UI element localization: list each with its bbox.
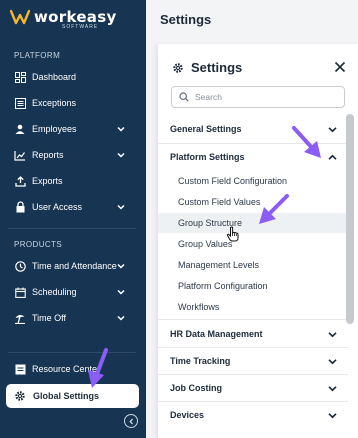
workeasy-logo-icon <box>10 9 30 25</box>
group-label: Platform Settings <box>170 152 245 162</box>
menu-item-label: Custom Field Values <box>178 197 261 207</box>
sidebar-item-label: Dashboard <box>32 72 77 82</box>
menu-item-custom-field-values[interactable]: Custom Field Values <box>158 192 348 212</box>
resource-center-icon <box>14 363 26 375</box>
sidebar-item-label: User Access <box>32 202 83 212</box>
chevron-down-icon <box>328 359 337 365</box>
sidebar-item-global-settings[interactable]: Global Settings <box>6 384 139 408</box>
annotation-arrow-icon <box>259 194 289 224</box>
chevron-down-icon <box>117 289 125 295</box>
exports-icon <box>14 175 26 187</box>
menu-item-label: Management Levels <box>178 260 260 270</box>
sidebar-item-reports[interactable]: Reports <box>0 144 146 166</box>
chevron-down-icon <box>117 263 125 269</box>
sidebar-item-scheduling[interactable]: Scheduling <box>0 281 146 303</box>
chevron-down-icon <box>117 126 125 132</box>
menu-item-platform-configuration[interactable]: Platform Configuration <box>158 276 348 296</box>
menu-item-label: Platform Configuration <box>178 281 268 291</box>
search-icon <box>179 92 189 102</box>
chevron-left-icon <box>128 418 133 424</box>
exceptions-icon <box>14 97 26 109</box>
chevron-down-icon <box>117 315 125 321</box>
group-job-costing[interactable]: Job Costing <box>158 377 348 399</box>
menu-item-label: Custom Field Configuration <box>178 176 288 186</box>
brand-name: workeasy <box>34 7 117 26</box>
menu-divider <box>158 319 348 320</box>
sidebar-item-user-access[interactable]: User Access <box>0 196 146 218</box>
sidebar-item-employees[interactable]: Employees <box>0 118 146 140</box>
sidebar-item-resource-center[interactable]: Resource Center <box>0 358 146 380</box>
menu-item-custom-field-configuration[interactable]: Custom Field Configuration <box>158 171 348 191</box>
search-input[interactable] <box>195 92 335 102</box>
sidebar-item-label: Reports <box>32 150 64 160</box>
sidebar-item-label: Global Settings <box>33 391 100 401</box>
sidebar-item-exceptions[interactable]: Exceptions <box>0 92 146 114</box>
gear-icon <box>173 62 183 73</box>
close-icon[interactable] <box>334 61 346 73</box>
menu-divider <box>158 347 348 348</box>
group-label: HR Data Management <box>170 329 263 339</box>
sidebar-item-label: Time and Attendance <box>32 261 117 271</box>
group-label: Job Costing <box>170 383 222 393</box>
sidebar: workeasy SOFTWARE PLATFORM Dashboard Exc… <box>0 0 146 438</box>
sidebar-item-dashboard[interactable]: Dashboard <box>0 66 146 88</box>
sidebar-item-label: Time Off <box>32 313 67 323</box>
calendar-icon <box>14 286 26 298</box>
brand-subtitle: SOFTWARE <box>62 24 99 30</box>
products-section-label: PRODUCTS <box>14 240 63 249</box>
settings-panel-title: Settings <box>191 60 243 75</box>
menu-item-group-structure[interactable]: Group Structure <box>158 213 348 233</box>
chevron-down-icon <box>328 127 337 133</box>
menu-divider <box>158 374 348 375</box>
chevron-down-icon <box>117 152 125 158</box>
menu-item-label: Group Values <box>178 239 233 249</box>
chevron-down-icon <box>328 332 337 338</box>
group-label: Time Tracking <box>170 356 231 366</box>
collapse-sidebar-button[interactable] <box>124 414 138 428</box>
group-time-tracking[interactable]: Time Tracking <box>158 350 348 372</box>
sidebar-divider <box>8 228 136 229</box>
page-title: Settings <box>160 12 212 27</box>
employees-icon <box>14 123 26 135</box>
chevron-up-icon <box>328 154 337 160</box>
annotation-arrow-icon <box>88 348 108 388</box>
menu-item-workflows[interactable]: Workflows <box>158 297 348 317</box>
sidebar-item-label: Employees <box>32 124 77 134</box>
sidebar-item-time-and-attendance[interactable]: Time and Attendance <box>0 255 146 277</box>
chevron-down-icon <box>328 386 337 392</box>
menu-item-label: Workflows <box>178 302 220 312</box>
lock-icon <box>14 201 26 213</box>
platform-section-label: PLATFORM <box>14 51 61 60</box>
settings-panel: Settings General Settings Platform Setti… <box>157 44 358 438</box>
chevron-down-icon <box>328 413 337 419</box>
sidebar-item-label: Scheduling <box>32 287 77 297</box>
sidebar-item-label: Exceptions <box>32 98 77 108</box>
group-hr-data-management[interactable]: HR Data Management <box>158 323 348 345</box>
gear-icon <box>15 391 25 401</box>
hand-cursor-icon <box>226 226 239 242</box>
menu-item-management-levels[interactable]: Management Levels <box>158 255 348 275</box>
group-label: General Settings <box>170 124 242 134</box>
annotation-arrow-icon <box>292 126 321 158</box>
group-label: Devices <box>170 410 205 420</box>
scrollbar-thumb[interactable] <box>346 114 354 324</box>
menu-item-group-values[interactable]: Group Values <box>158 234 348 254</box>
reports-icon <box>14 149 26 161</box>
settings-panel-header: Settings <box>172 60 242 75</box>
dashboard-icon <box>14 71 26 83</box>
sidebar-item-time-off[interactable]: Time Off <box>0 307 146 329</box>
beach-icon <box>14 312 26 324</box>
sidebar-item-label: Exports <box>32 176 63 186</box>
chevron-down-icon <box>117 204 125 210</box>
sidebar-item-exports[interactable]: Exports <box>0 170 146 192</box>
group-devices[interactable]: Devices <box>158 404 348 426</box>
search-field[interactable] <box>171 86 345 108</box>
sidebar-divider <box>8 352 136 353</box>
menu-divider <box>158 401 348 402</box>
clock-icon <box>14 260 26 272</box>
